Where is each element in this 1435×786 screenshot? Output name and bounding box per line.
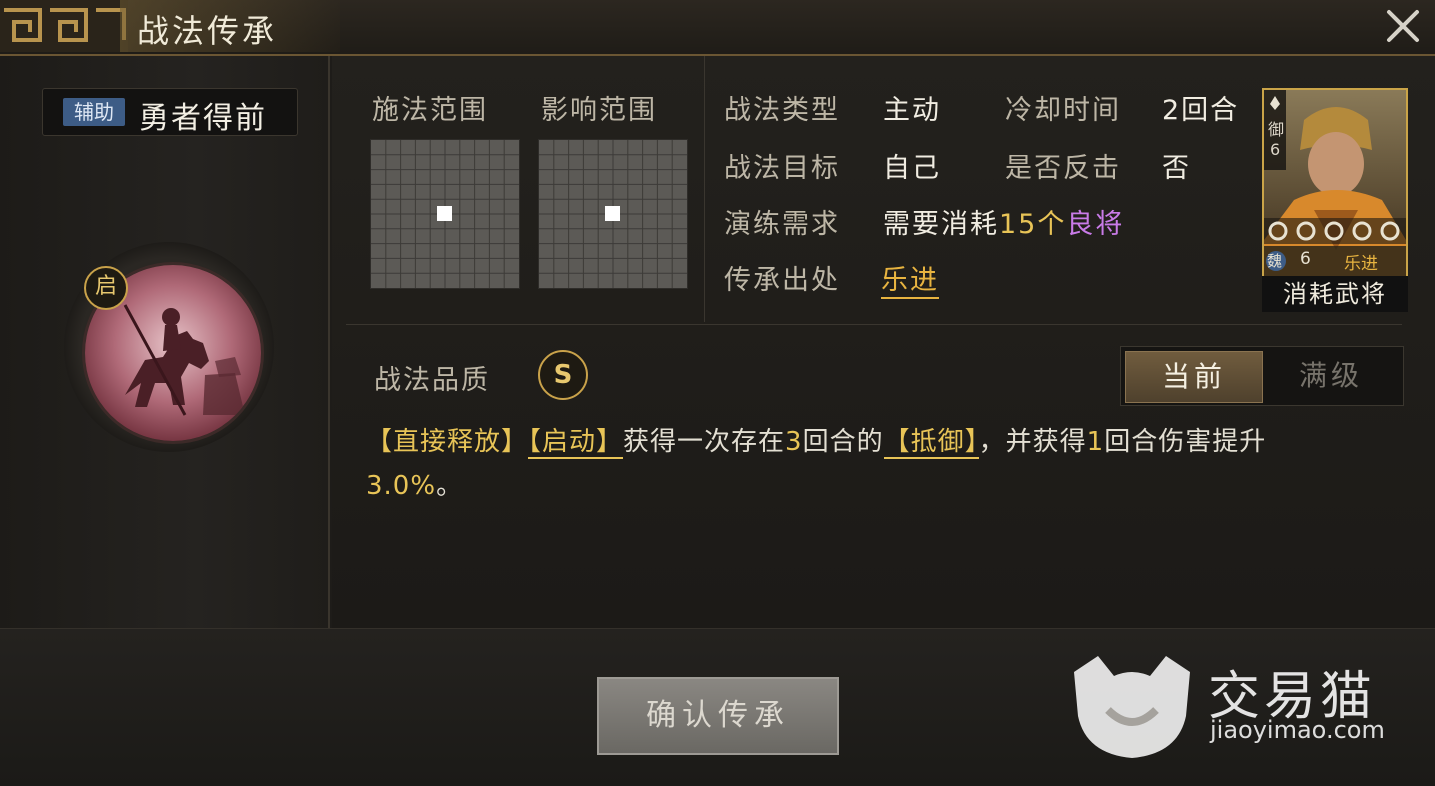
general-card[interactable]: 御 6 魏 6 乐进 <box>1262 88 1408 278</box>
inherit-source-link[interactable]: 乐进 <box>881 258 939 299</box>
effect-range-target-cell <box>605 206 620 221</box>
skill-name: 勇者得前 <box>139 101 267 136</box>
card-cost: 6 <box>1300 249 1311 269</box>
close-button[interactable] <box>1381 4 1425 48</box>
card-general-name: 乐进 <box>1344 254 1378 274</box>
cooldown-label: 冷却时间 <box>1005 95 1121 126</box>
divider-vertical <box>704 56 705 322</box>
effect-range-grid <box>538 139 688 289</box>
skill-activation-badge: 启 <box>84 266 128 310</box>
cast-range-label: 施法范围 <box>372 95 488 126</box>
training-item: 良将 <box>1066 209 1125 240</box>
watermark-url: jiaoyimao.com <box>1210 716 1385 744</box>
desc-text-1: 获得一次存在 <box>623 427 786 457</box>
card-corner-num: 6 <box>1270 140 1281 159</box>
training-requirement-value: 需要消耗15个良将 <box>883 202 1124 241</box>
training-prefix: 需要消耗 <box>883 209 999 240</box>
desc-num-2: 1 <box>1086 427 1105 457</box>
desc-tag-direct: 【直接释放】 <box>366 427 529 457</box>
desc-tag-resist[interactable]: 【抵御】 <box>883 427 979 459</box>
title-ornament-icon <box>0 0 128 52</box>
counter-value: 否 <box>1162 153 1191 184</box>
title-bar: 战法传承 <box>0 0 1435 56</box>
skill-type-tag: 辅助 <box>63 98 125 126</box>
close-icon <box>1387 10 1419 42</box>
skill-type-label: 战法类型 <box>724 95 840 126</box>
training-count: 15个 <box>999 209 1067 240</box>
divider-horizontal <box>346 324 1402 325</box>
cast-range-grid <box>370 139 520 289</box>
desc-text-5: 。 <box>436 471 464 501</box>
desc-tag-activate[interactable]: 【启动】 <box>528 427 624 459</box>
consume-general-caption: 消耗武将 <box>1262 276 1408 312</box>
counter-label: 是否反击 <box>1005 153 1121 184</box>
skill-summary-panel: 辅助 勇者得前 启 <box>0 56 330 628</box>
skill-target-label: 战法目标 <box>724 153 840 184</box>
skill-target-value: 自己 <box>883 153 941 184</box>
card-corner-label: 御 <box>1268 120 1285 139</box>
skill-description: 【直接释放】【启动】获得一次存在3回合的【抵御】，并获得1回合伤害提升 3.0%。 <box>366 420 1406 508</box>
inherit-source-label: 传承出处 <box>724 265 840 296</box>
desc-num-3: 3.0% <box>366 471 437 501</box>
desc-text-2: 回合的 <box>802 427 884 457</box>
window-title: 战法传承 <box>137 12 278 50</box>
cast-range-target-cell <box>437 206 452 221</box>
cooldown-value: 2回合 <box>1162 95 1240 126</box>
skill-type-value: 主动 <box>883 95 941 126</box>
tab-current-level[interactable]: 当前 <box>1125 351 1263 403</box>
card-faction: 魏 <box>1267 252 1283 270</box>
desc-num-1: 3 <box>785 427 803 457</box>
level-toggle: 当前 满级 <box>1120 346 1404 406</box>
quality-grade-badge: S <box>538 350 588 400</box>
skill-quality-label: 战法品质 <box>374 365 490 396</box>
training-requirement-label: 演练需求 <box>724 209 840 240</box>
confirm-inherit-button[interactable]: 确认传承 <box>597 677 839 755</box>
tab-max-level[interactable]: 满级 <box>1263 351 1399 401</box>
desc-text-4: 回合伤害提升 <box>1104 427 1267 457</box>
skill-name-box: 辅助 勇者得前 <box>42 88 298 136</box>
general-portrait-icon <box>1264 90 1406 276</box>
desc-text-3: ，并获得 <box>978 427 1087 457</box>
effect-range-label: 影响范围 <box>541 95 657 126</box>
